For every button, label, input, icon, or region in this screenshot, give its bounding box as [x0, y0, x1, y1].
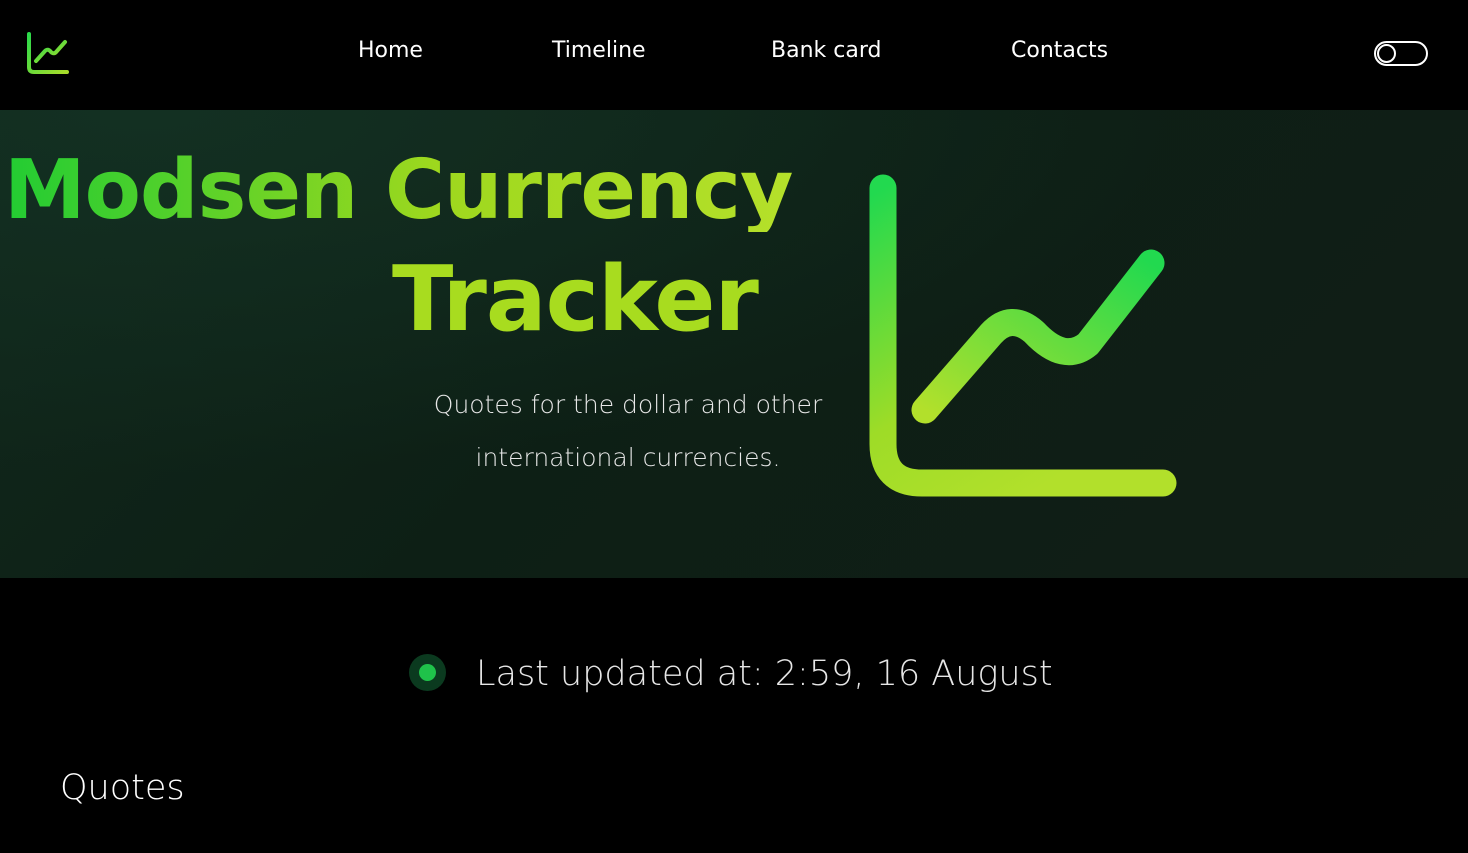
hero-title-line-2: Tracker	[392, 247, 759, 352]
nav-contacts-link[interactable]: Contacts	[1011, 38, 1108, 63]
hero-title-line-1: Modsen Currency	[4, 143, 793, 238]
theme-toggle[interactable]	[1374, 41, 1428, 66]
hero-banner: Modsen Currency Tracker Quotes for the d…	[0, 110, 1468, 578]
status-dot-icon	[409, 654, 446, 691]
main-nav: Home Timeline Bank card Contacts	[0, 38, 1468, 68]
header: Home Timeline Bank card Contacts	[0, 0, 1468, 110]
toggle-knob	[1377, 44, 1396, 63]
nav-bank-card-link[interactable]: Bank card	[771, 38, 881, 63]
hero-line-chart-icon	[869, 174, 1177, 497]
nav-home-link[interactable]: Home	[358, 38, 423, 63]
last-updated-text: Last updated at: 2:59, 16 August	[476, 654, 1053, 694]
nav-timeline-link[interactable]: Timeline	[552, 38, 646, 63]
hero-subtitle: Quotes for the dollar and other internat…	[433, 390, 823, 472]
status-dot-inner	[419, 664, 436, 681]
quotes-heading: Quotes	[60, 768, 185, 808]
